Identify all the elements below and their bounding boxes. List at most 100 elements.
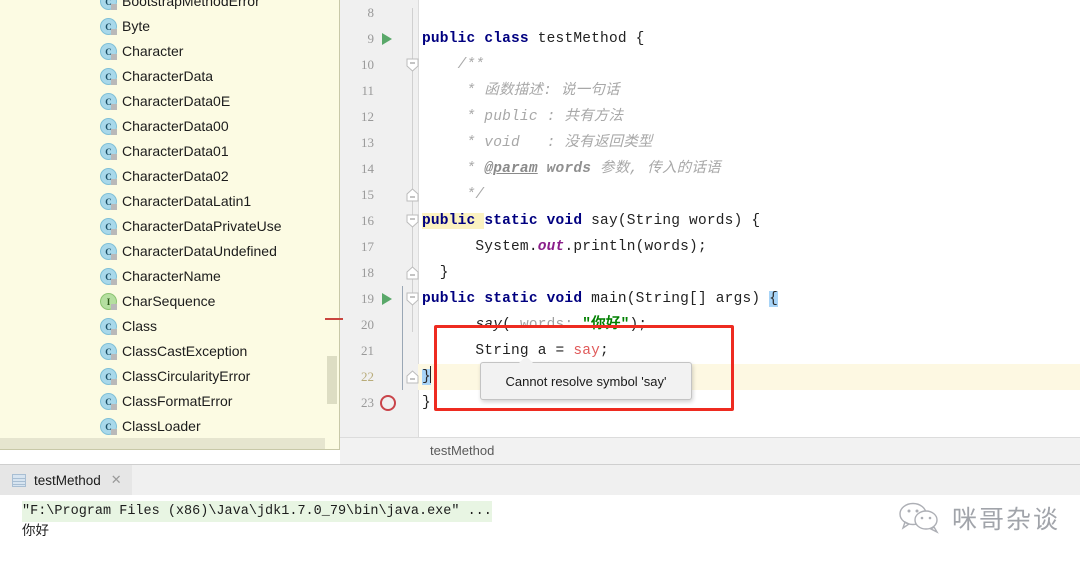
code-text[interactable]: * public : 共有方法 [422,104,624,130]
error-tooltip-message: Cannot resolve symbol 'say' [505,373,667,389]
completion-list[interactable]: C BootstrapMethodError C Byte C Character C Cha… [0,0,326,438]
fold-expand-icon[interactable] [406,292,419,306]
run-tab-bar[interactable]: testMethod ✕ [0,465,1080,496]
completion-item[interactable]: C ClassCircularityError [0,363,326,388]
class-icon: C [100,268,117,285]
class-icon: C [100,168,117,185]
code-line-11[interactable]: 11 * 函数描述: 说一句话 [340,78,1080,104]
code-token: String a = [422,343,574,359]
completion-item[interactable]: C ClassCastException [0,338,326,363]
completion-item[interactable]: C CharacterData02 [0,163,326,188]
completion-item[interactable]: I CharSequence [0,288,326,313]
completion-item[interactable]: C CharacterDataUndefined [0,238,326,263]
completion-item[interactable]: C Byte [0,13,326,38]
indent-guide [402,338,403,364]
line-number: 15 [361,187,374,202]
completion-item[interactable]: C Class [0,313,326,338]
code-line-8[interactable]: 8 [340,0,1080,26]
completion-scrollbar[interactable] [325,0,339,449]
code-text[interactable]: * 函数描述: 说一句话 [422,78,620,104]
code-text[interactable]: } [422,260,449,286]
completion-item[interactable]: C ClassFormatError [0,388,326,413]
completion-item[interactable]: C CharacterData01 [0,138,326,163]
code-text[interactable]: System.out.println(words); [422,234,707,260]
code-line-20[interactable]: 20 say( words: "你好"); [340,312,1080,338]
completion-item[interactable]: C CharacterData [0,63,326,88]
error-circle-icon[interactable] [380,395,396,411]
code-lines[interactable]: 8 9 public class testMethod {10 /** 11 * 函数… [340,0,1080,416]
breadcrumb-label[interactable]: testMethod [430,443,494,458]
code-line-23[interactable]: 23} [340,390,1080,416]
code-token: .println(words); [564,239,707,255]
code-token: words [537,161,592,177]
code-token: { [769,291,779,307]
code-text[interactable]: } [422,364,431,390]
code-completion-popup[interactable]: C BootstrapMethodError C Byte C Character C Cha… [0,0,340,450]
class-icon: C [100,318,117,335]
code-line-16[interactable]: 16 public static void say(String words) { [340,208,1080,234]
code-line-19[interactable]: 19 public static void main(String[] args)… [340,286,1080,312]
code-line-18[interactable]: 18 } [340,260,1080,286]
code-token: static [484,291,547,307]
code-editor[interactable]: 8 9 public class testMethod {10 /** 11 * 函数… [340,0,1080,437]
code-line-15[interactable]: 15 */ [340,182,1080,208]
run-tab-testmethod[interactable]: testMethod ✕ [0,465,132,495]
code-line-14[interactable]: 14 * @param words 参数, 传入的话语 [340,156,1080,182]
run-arrow-icon[interactable] [380,292,393,306]
console-icon [12,473,26,487]
completion-item-label: ClassFormatError [122,392,233,409]
code-line-13[interactable]: 13 * void : 没有返回类型 [340,130,1080,156]
code-line-17[interactable]: 17 System.out.println(words); [340,234,1080,260]
code-text[interactable]: say( words: "你好"); [422,312,647,338]
code-text[interactable]: String a = say; [422,338,609,364]
code-text[interactable]: /** [422,52,485,78]
completion-item[interactable]: C CharacterData0E [0,88,326,113]
completion-item[interactable]: C ClassLoader [0,413,326,438]
run-arrow-icon[interactable] [380,32,393,46]
completion-item[interactable]: C CharacterDataLatin1 [0,188,326,213]
code-line-9[interactable]: 9 public class testMethod { [340,26,1080,52]
fold-collapse-icon[interactable] [406,188,419,202]
code-token: } [422,395,431,411]
completion-item-label: CharacterData02 [122,167,229,184]
watermark: 咪哥杂谈 [898,500,1060,536]
code-line-21[interactable]: 21 String a = say; [340,338,1080,364]
code-text[interactable]: } [422,390,431,416]
indent-guide [402,364,403,390]
fold-expand-icon[interactable] [406,58,419,72]
code-line-12[interactable]: 12 * public : 共有方法 [340,104,1080,130]
close-icon[interactable]: ✕ [111,472,122,488]
completion-item[interactable]: C CharacterName [0,263,326,288]
code-text[interactable]: public static void say(String words) { [422,208,760,234]
code-token [429,366,431,383]
breadcrumb[interactable]: testMethod [340,437,1080,466]
code-token: * public : 共有方法 [422,109,624,125]
completion-item[interactable]: C CharacterData00 [0,113,326,138]
line-number: 9 [367,31,375,46]
class-icon: C [100,418,117,435]
code-text[interactable]: * @param words 参数, 传入的话语 [422,156,721,182]
interface-icon: I [100,293,117,310]
indent-guide [402,286,403,312]
completion-item-label: CharacterData00 [122,117,229,134]
code-token: @param [484,161,538,177]
code-token: testMethod { [537,31,645,47]
completion-item[interactable]: C BootstrapMethodError [0,0,326,13]
code-token: ; [600,343,609,359]
completion-scrollbar-thumb[interactable] [327,356,337,404]
error-stripe-tick [325,318,343,320]
fold-collapse-icon[interactable] [406,370,419,384]
completion-item[interactable]: C Character [0,38,326,63]
code-text[interactable]: public class testMethod { [422,26,645,52]
code-text[interactable]: * void : 没有返回类型 [422,130,653,156]
fold-expand-icon[interactable] [406,214,419,228]
code-token: say [573,343,601,359]
code-token: /** [422,57,485,73]
code-text[interactable]: public static void main(String[] args) { [422,286,779,312]
fold-collapse-icon[interactable] [406,266,419,280]
code-line-22[interactable]: 22} [340,364,1080,390]
completion-item[interactable]: C CharacterDataPrivateUse [0,213,326,238]
code-text[interactable]: */ [422,182,485,208]
code-line-10[interactable]: 10 /** [340,52,1080,78]
class-icon: C [100,193,117,210]
